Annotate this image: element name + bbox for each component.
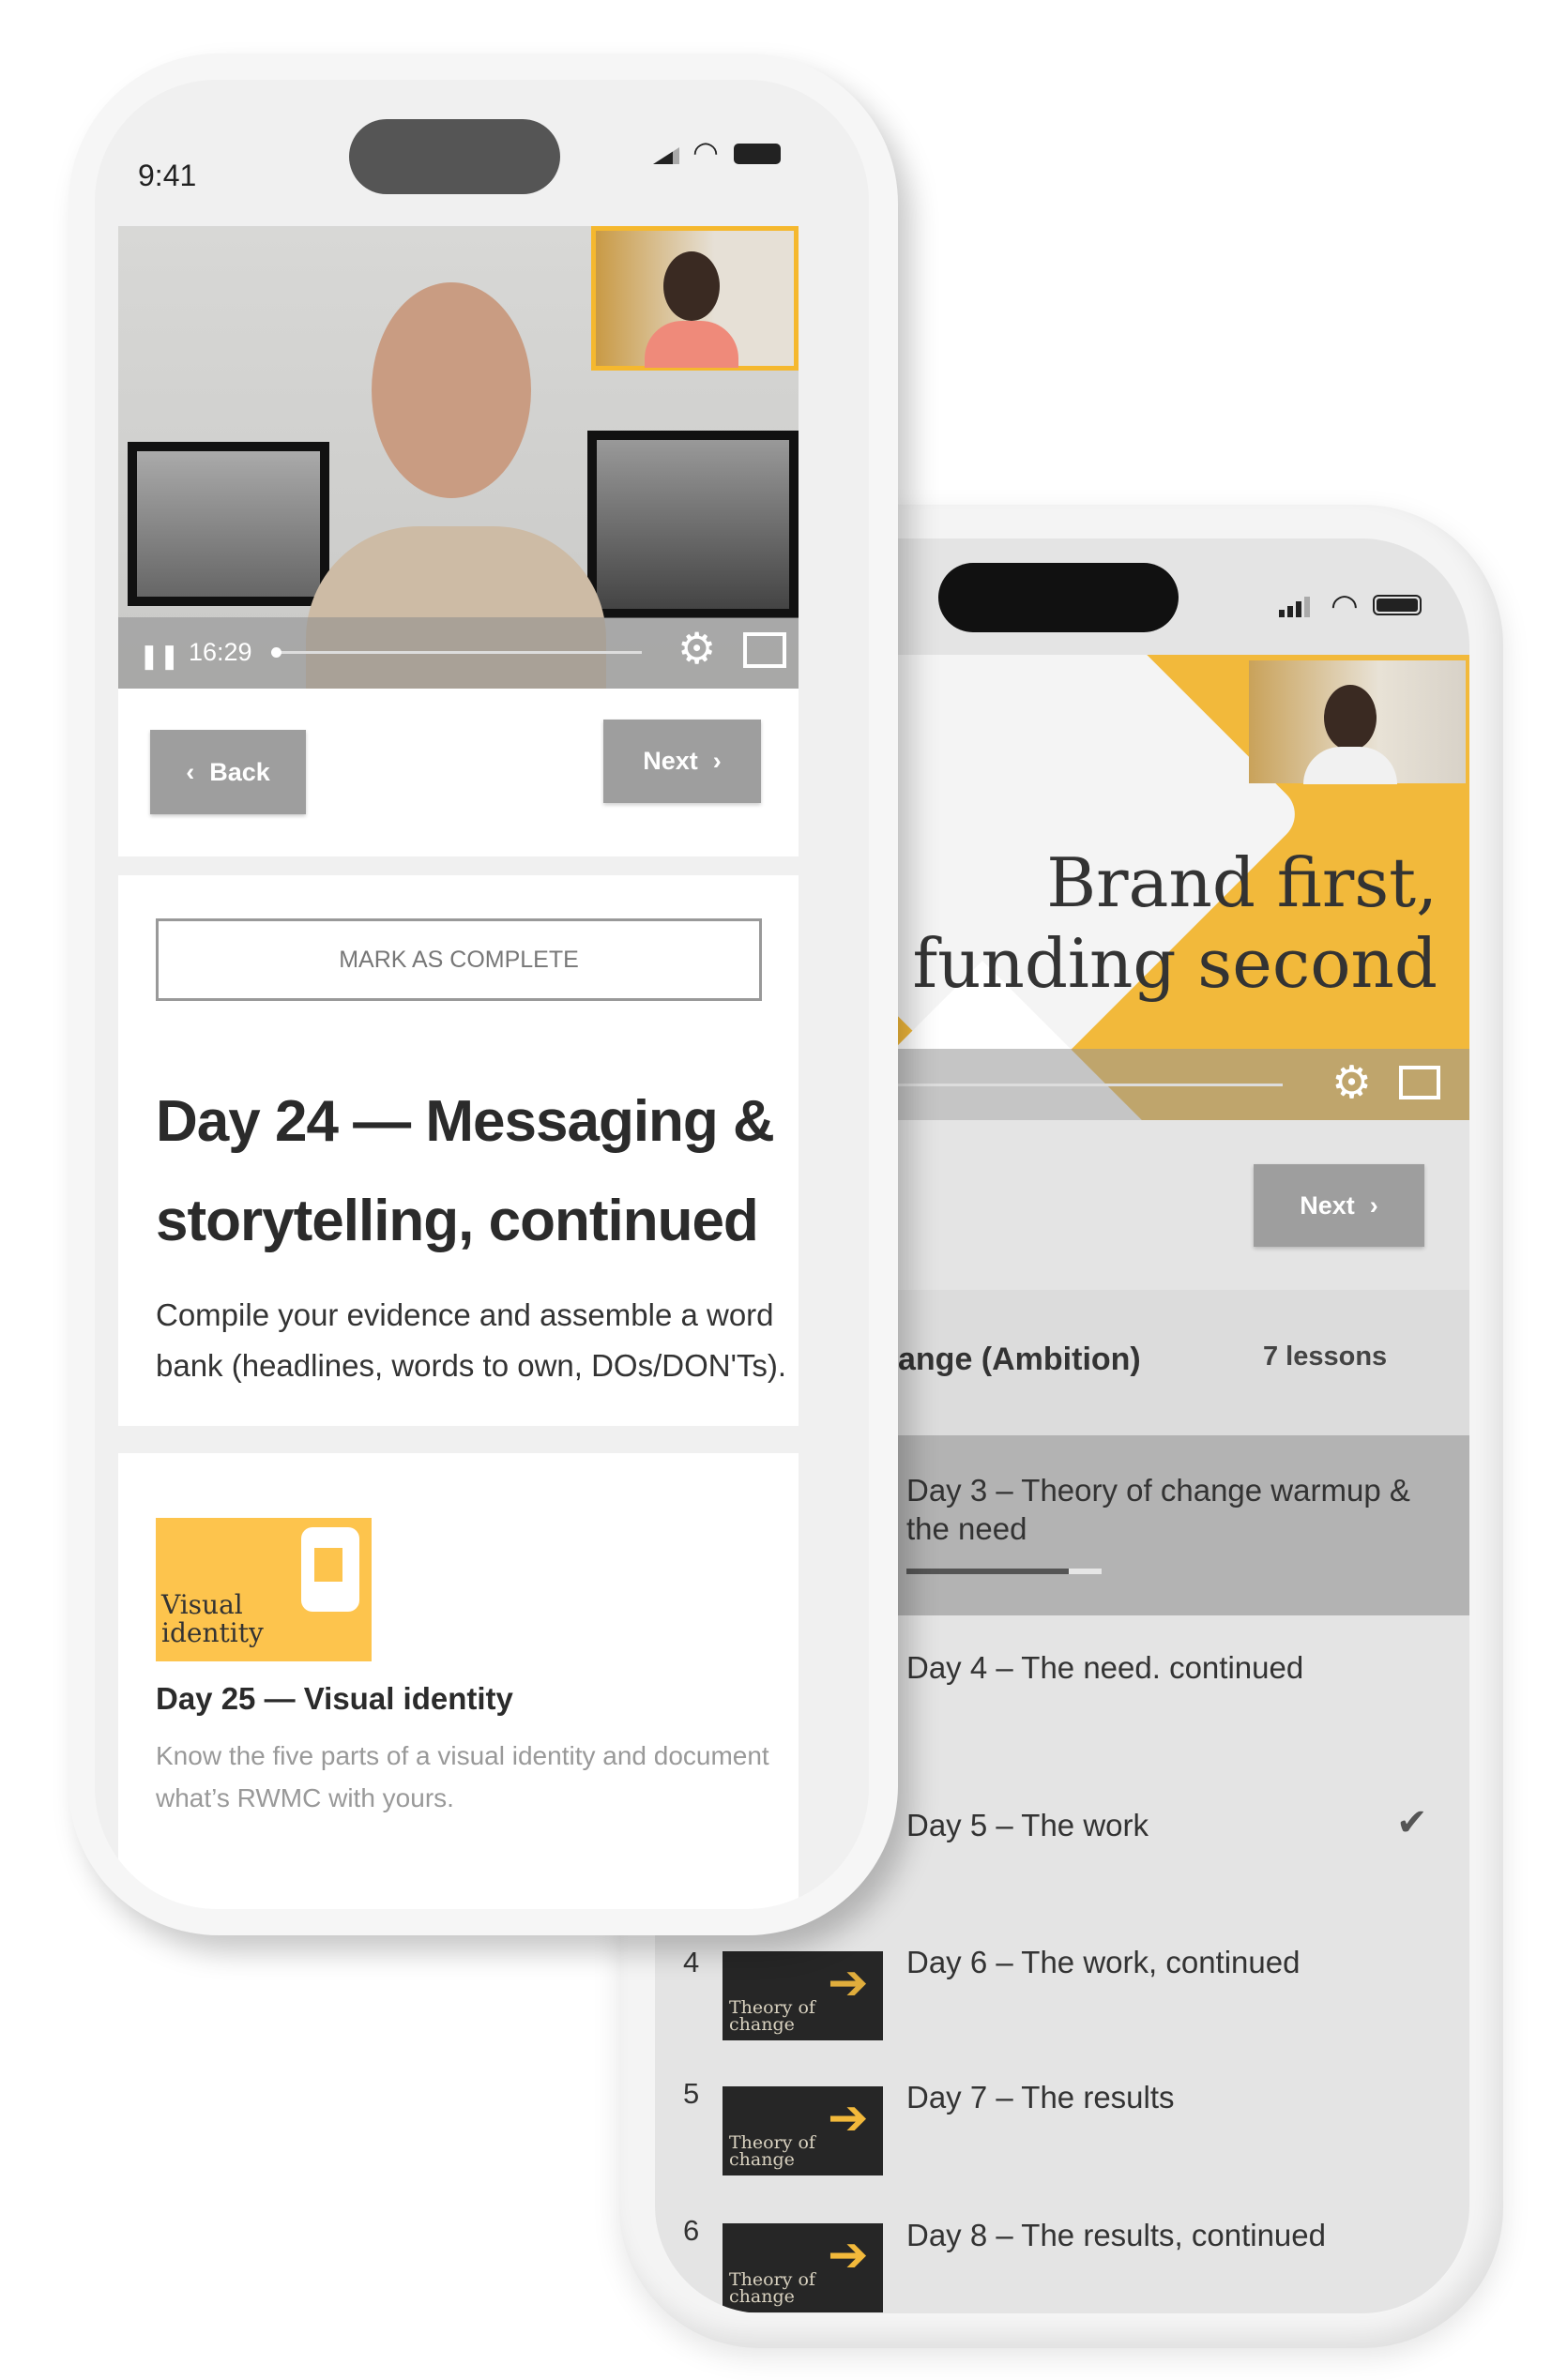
progress-track[interactable] <box>271 647 642 658</box>
thumbnail-title: Visual identity <box>161 1589 264 1648</box>
front-phone-screen: 9:41 ◠ ❚❚ 16:29 ⚙ ‹ Back Next › MARK AS … <box>95 80 869 1909</box>
chevron-right-icon: › <box>1369 1190 1378 1220</box>
next-label: Next <box>1300 1190 1355 1220</box>
lesson-row[interactable]: Day 4 – The need. continued <box>906 1648 1303 1687</box>
presenter <box>372 282 531 498</box>
lesson-progress-bar <box>906 1569 1102 1574</box>
status-icons: ◠ <box>1279 588 1429 624</box>
lesson-title: Day 24 — Messaging & storytelling, contin… <box>156 1089 775 1253</box>
video-title-line: Brand first, <box>1046 843 1438 922</box>
lesson-thumbnail: ➔ Theory of change <box>723 2223 883 2312</box>
next-lesson-description: Know the five parts of a visual identity… <box>156 1741 769 1812</box>
lesson-row[interactable]: Day 6 – The work, continued <box>906 1943 1300 1981</box>
wifi-icon: ◠ <box>692 135 719 169</box>
picture-frame <box>128 442 329 606</box>
front-phone: 9:41 ◠ ❚❚ 16:29 ⚙ ‹ Back Next › MARK AS … <box>68 53 898 1935</box>
lesson-row[interactable]: Day 5 – The work <box>906 1806 1149 1844</box>
back-label: Back <box>209 757 270 786</box>
chevron-right-icon: › <box>712 747 722 775</box>
picture-frame <box>587 431 799 618</box>
next-button[interactable]: Next › <box>1254 1164 1424 1247</box>
course-video[interactable]: Brand first, funding second ⚙ <box>898 655 1469 1120</box>
lesson-number: 6 <box>683 2214 700 2247</box>
lesson-count: 7 lessons <box>1263 1342 1388 1372</box>
lesson-row[interactable]: Day 7 – The results <box>906 2078 1175 2116</box>
lesson-description: Compile your evidence and assemble a wor… <box>156 1297 787 1383</box>
lesson-row[interactable]: Day 8 – The results, continued <box>906 2216 1326 2254</box>
lesson-number: 5 <box>683 2077 700 2110</box>
video-controls: ❚❚ 16:29 ⚙ <box>118 617 799 689</box>
battery-icon <box>734 144 781 164</box>
lesson-thumbnail: ➔ Theory of change <box>723 1951 883 2040</box>
person-icon <box>1324 685 1377 750</box>
fullscreen-icon[interactable] <box>743 632 786 668</box>
progress-track[interactable] <box>898 1084 1283 1086</box>
lesson-card: MARK AS COMPLETE Day 24 — Messaging & sto… <box>118 875 799 1426</box>
quote-icon <box>301 1527 359 1612</box>
video-time: 16:29 <box>189 638 252 666</box>
video-controls: ⚙ <box>898 1049 1469 1120</box>
signal-icon <box>653 147 679 164</box>
back-button[interactable]: ‹ Back <box>150 730 306 814</box>
next-lesson-card[interactable]: Visual identity Day 25 — Visual identity … <box>118 1453 799 1909</box>
lesson-thumbnail: ➔ Theory of change <box>723 2086 883 2175</box>
pause-icon[interactable]: ❚❚ <box>139 642 180 671</box>
status-time: 9:41 <box>138 159 197 192</box>
settings-gear-icon[interactable]: ⚙ <box>1331 1056 1372 1109</box>
next-label: Next <box>643 747 698 775</box>
lesson-title: Day 3 – Theory of change warmup & the nee… <box>906 1473 1410 1546</box>
lesson-video[interactable]: ❚❚ 16:29 ⚙ <box>118 226 799 689</box>
arrow-icon: ➔ <box>828 2228 869 2282</box>
lesson-number: 4 <box>683 1946 700 1978</box>
chevron-left-icon: ‹ <box>186 757 195 786</box>
mark-as-complete-button[interactable]: MARK AS COMPLETE <box>156 918 762 1001</box>
mark-complete-label: MARK AS COMPLETE <box>339 946 579 973</box>
dynamic-island <box>938 563 1179 632</box>
lesson-thumbnail: Visual identity <box>156 1518 372 1661</box>
pip-video <box>591 226 799 371</box>
arrow-icon: ➔ <box>828 2091 869 2145</box>
fullscreen-icon[interactable] <box>1399 1066 1440 1099</box>
next-button[interactable]: Next › <box>603 720 761 803</box>
video-title-line: funding second <box>912 924 1438 1003</box>
next-lesson-title: Day 25 — Visual identity <box>156 1681 513 1716</box>
checkmark-icon: ✔ <box>1396 1802 1428 1843</box>
wifi-icon: ◠ <box>1331 588 1359 624</box>
video-title: Brand first, funding second <box>912 842 1438 1004</box>
settings-gear-icon[interactable]: ⚙ <box>677 623 716 674</box>
pip-video <box>1249 660 1466 784</box>
section-title: ange (Ambition) <box>898 1342 1141 1377</box>
battery-icon <box>1373 595 1422 615</box>
progress-handle[interactable] <box>271 647 281 658</box>
dynamic-island <box>349 119 560 194</box>
status-icons: ◠ <box>653 135 794 169</box>
arrow-icon: ➔ <box>828 1956 869 2010</box>
